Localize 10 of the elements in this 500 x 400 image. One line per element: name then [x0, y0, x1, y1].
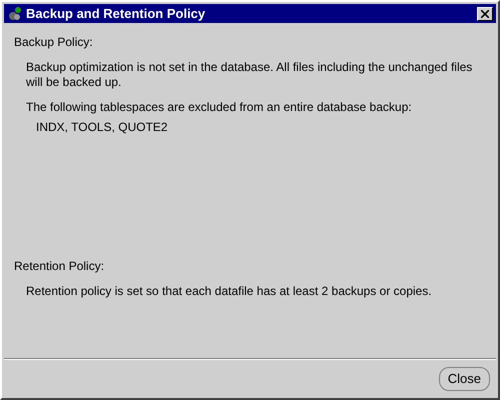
section-heading: Retention Policy: [14, 259, 106, 274]
policy-text: Retention policy is set so that each datafile has at least 2 backups or copies. [26, 284, 433, 299]
app-icon [7, 6, 23, 22]
section-heading: Backup Policy: [14, 35, 94, 50]
window-title: Backup and Retention Policy [26, 4, 206, 23]
close-icon[interactable] [477, 6, 493, 20]
close-button[interactable]: Close [438, 367, 490, 391]
policy-text: Backup optimization is not set in the database. All files including the unchanged files will be backed up. [26, 60, 474, 90]
excluded-tablespaces: INDX, TOOLS, QUOTE2 [36, 120, 169, 135]
policy-text: The following tablespaces are excluded from an entire database backup: [26, 100, 413, 115]
